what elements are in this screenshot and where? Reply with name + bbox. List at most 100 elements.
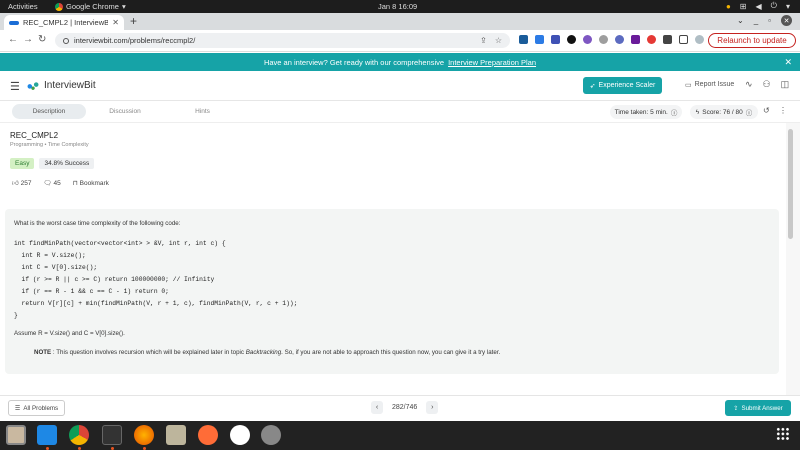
- chrome-app-icon[interactable]: [69, 425, 89, 445]
- extension-icon[interactable]: [583, 35, 592, 44]
- files-app-icon[interactable]: [6, 425, 26, 445]
- all-problems-button[interactable]: ☰ All Problems: [8, 400, 65, 416]
- extension-icon[interactable]: [535, 35, 544, 44]
- reload-button[interactable]: ↻: [38, 34, 46, 45]
- problem-title: REC_CMPL2: [10, 131, 59, 140]
- site-info-icon[interactable]: [63, 37, 69, 44]
- window-controls: ⌄ _ ▫ ✕: [737, 15, 792, 26]
- bookmark-button[interactable]: ⊓ Bookmark: [73, 179, 109, 187]
- postman-app-icon[interactable]: [198, 425, 218, 445]
- color-picker-icon: ●: [725, 1, 731, 11]
- lightning-icon: ϟ: [695, 108, 700, 116]
- time-taken-badge[interactable]: Time taken: 5 min. ⓘ: [610, 105, 682, 119]
- rocket-icon: ➶: [589, 82, 596, 90]
- logo-mark-icon: [25, 81, 41, 90]
- extension-icon[interactable]: [599, 35, 608, 44]
- reset-icon[interactable]: ↺: [763, 106, 770, 115]
- interviewbit-logo[interactable]: InterviewBit: [25, 80, 96, 91]
- firefox-app-icon[interactable]: [134, 425, 154, 445]
- extension-icon[interactable]: [519, 35, 528, 44]
- share-icon[interactable]: ⇪: [480, 36, 487, 45]
- difficulty-badge: Easy: [10, 158, 35, 169]
- logo-text: InterviewBit: [44, 80, 96, 91]
- show-applications-icon[interactable]: [776, 427, 790, 441]
- more-options-icon[interactable]: ⋮: [779, 106, 787, 115]
- vscode-app-icon[interactable]: [37, 425, 57, 445]
- system-top-bar: Activities Google Chrome ▾ Jan 8 16:09 ●…: [0, 0, 800, 13]
- note-text: NOTE : This question involves recursion …: [34, 349, 500, 356]
- back-button[interactable]: ←: [8, 34, 18, 45]
- comments-button[interactable]: 🗨︎ 45: [43, 179, 60, 187]
- activity-icon[interactable]: ∿: [745, 79, 753, 90]
- code-block: int findMinPath(vector<vector<int> > &V,…: [14, 240, 298, 319]
- relaunch-button[interactable]: Relaunch to update: [708, 33, 796, 48]
- user-icon[interactable]: ⚇: [763, 79, 771, 90]
- note-label: NOTE: [34, 349, 52, 356]
- score-badge: ϟ Score: 76 / 80 ⓘ: [690, 105, 758, 119]
- tab-description[interactable]: Description: [12, 104, 86, 119]
- pagination: ‹ 282/746 ›: [371, 401, 439, 414]
- submit-answer-button[interactable]: ⇪ Submit Answer: [725, 400, 791, 416]
- interviewbit-favicon-icon: [9, 20, 19, 25]
- terminal-app-icon[interactable]: [102, 425, 122, 445]
- app-menu[interactable]: Google Chrome ▾: [55, 2, 126, 11]
- next-problem-button[interactable]: ›: [426, 401, 439, 414]
- activities-button[interactable]: Activities: [8, 2, 38, 11]
- banner-text: Have an interview? Get ready with our co…: [263, 57, 445, 67]
- settings-app-icon[interactable]: [261, 425, 281, 445]
- profile-avatar[interactable]: [695, 35, 704, 44]
- page-scrollbar[interactable]: [786, 123, 800, 395]
- extension-icon[interactable]: [631, 35, 640, 44]
- power-icon: ⏻: [770, 1, 777, 10]
- banner-link[interactable]: Interview Preparation Plan: [448, 58, 536, 67]
- chat-icon[interactable]: ◫: [781, 79, 790, 90]
- extension-icon[interactable]: [647, 35, 656, 44]
- previous-problem-button[interactable]: ‹: [371, 401, 383, 414]
- forward-button[interactable]: →: [23, 34, 33, 45]
- experience-scaler-button[interactable]: ➶ Experience Scaler: [583, 77, 662, 94]
- system-tray[interactable]: ● ⊞ ◀ ⏻ ▾: [726, 1, 790, 11]
- extension-icon[interactable]: [567, 35, 576, 44]
- upvote-button[interactable]: 👍︎ 257: [12, 179, 31, 187]
- bookmark-icon: ⊓: [72, 180, 78, 187]
- hamburger-menu-icon[interactable]: ☰: [10, 80, 20, 93]
- archive-app-icon[interactable]: [166, 425, 186, 445]
- close-tab-icon[interactable]: ✕: [112, 18, 119, 27]
- volume-icon: ◀: [755, 1, 762, 11]
- browser-tab-strip: REC_CMPL2 | InterviewBit ✕ + ⌄ _ ▫ ✕: [0, 13, 800, 30]
- close-banner-icon[interactable]: ✕: [784, 57, 792, 68]
- side-panel-icon[interactable]: [679, 35, 688, 44]
- question-tab-bar: Description Discussion Hints Time taken:…: [0, 101, 800, 123]
- bookmark-star-icon[interactable]: ☆: [495, 36, 502, 45]
- site-header: ☰ InterviewBit ➶ Experience Scaler ▭ Repor…: [0, 71, 800, 101]
- app-name: Google Chrome: [66, 2, 119, 11]
- extension-icon[interactable]: [551, 35, 560, 44]
- thumbs-up-icon: 👍︎: [12, 180, 19, 187]
- new-tab-button[interactable]: +: [130, 14, 137, 28]
- browser-tab[interactable]: REC_CMPL2 | InterviewBit ✕: [4, 15, 124, 30]
- minimize-button[interactable]: _: [754, 16, 758, 25]
- report-icon: ▭: [685, 82, 692, 89]
- tab-hints[interactable]: Hints: [185, 104, 220, 119]
- tab-discussion[interactable]: Discussion: [100, 104, 150, 119]
- problem-footer: ☰ All Problems ‹ 282/746 › ⇪ Submit Answer: [0, 395, 800, 421]
- pagination-text: 282/746: [392, 404, 418, 411]
- url-text: interviewbit.com/problems/reccmpl2/: [74, 36, 196, 45]
- close-window-button[interactable]: ✕: [781, 15, 792, 26]
- scrollbar-thumb[interactable]: [788, 129, 793, 239]
- extensions-puzzle-icon[interactable]: [663, 35, 672, 44]
- score-text: Score: 76 / 80: [702, 108, 743, 116]
- address-bar[interactable]: interviewbit.com/problems/reccmpl2/ ⇪ ☆: [55, 33, 510, 48]
- submit-icon: ⇪: [733, 404, 739, 412]
- info-icon: ⓘ: [745, 110, 753, 117]
- mongodb-compass-app-icon[interactable]: [230, 425, 250, 445]
- maximize-button[interactable]: ▫: [768, 16, 771, 25]
- chevron-down-icon: ▾: [785, 1, 790, 11]
- report-issue-button[interactable]: ▭ Report Issue: [685, 81, 734, 89]
- submit-label: Submit Answer: [741, 404, 783, 412]
- extension-icon[interactable]: [615, 35, 624, 44]
- system-clock[interactable]: Jan 8 16:09: [378, 2, 417, 11]
- comment-count: 45: [53, 180, 61, 187]
- network-icon: ⊞: [739, 1, 747, 11]
- tab-search-icon[interactable]: ⌄: [737, 16, 744, 25]
